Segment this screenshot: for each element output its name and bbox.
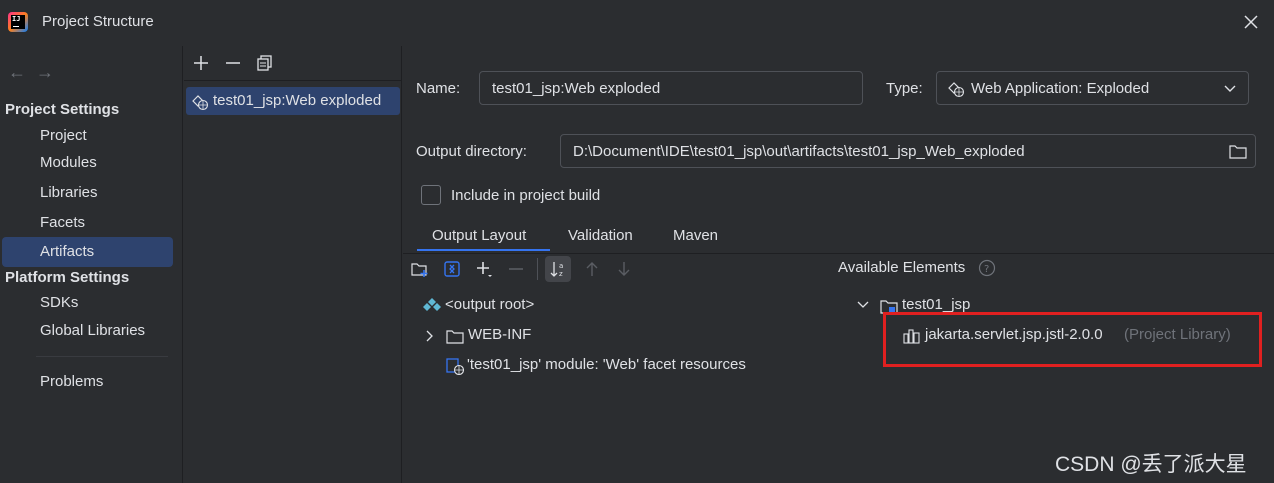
platform-settings-header: Platform Settings xyxy=(5,269,130,286)
available-elements-label: Available Elements xyxy=(838,259,966,276)
settings-sidebar: ← → Project Settings Project Modules Libr… xyxy=(0,46,183,483)
facet-resources-label: 'test01_jsp' module: 'Web' facet resourc… xyxy=(467,356,746,373)
sidebar-item-sdks[interactable]: SDKs xyxy=(2,288,173,318)
web-facet-icon xyxy=(446,358,464,375)
chevron-down-icon xyxy=(1224,85,1236,92)
web-artifact-icon xyxy=(192,95,209,111)
sidebar-item-modules[interactable]: Modules xyxy=(2,148,173,178)
list-item-artifact[interactable]: test01_jsp:Web exploded xyxy=(186,87,400,115)
toolbar-separator xyxy=(537,258,538,280)
include-build-label: Include in project build xyxy=(451,187,601,204)
output-root-label: <output root> xyxy=(445,296,535,313)
tab-maven[interactable]: Maven xyxy=(673,227,718,244)
name-label: Name: xyxy=(416,80,461,97)
history-nav: ← → xyxy=(8,62,64,83)
remove-icon[interactable] xyxy=(507,260,525,278)
active-tab-indicator xyxy=(417,249,550,251)
svg-text:a: a xyxy=(559,262,563,270)
output-root-icon xyxy=(423,298,441,311)
new-directory-icon[interactable] xyxy=(411,260,429,278)
web-artifact-icon xyxy=(948,82,965,98)
intellij-logo-icon: IJ xyxy=(8,12,28,32)
output-directory-label: Output directory: xyxy=(416,143,527,160)
web-inf-label: WEB-INF xyxy=(468,326,532,343)
output-directory-value: D:\Document\IDE\test01_jsp\out\artifacts… xyxy=(573,143,1025,160)
add-icon[interactable] xyxy=(192,54,210,72)
sidebar-item-artifacts[interactable]: Artifacts xyxy=(2,237,173,267)
folder-icon[interactable] xyxy=(1229,143,1247,159)
sidebar-item-global-libraries[interactable]: Global Libraries xyxy=(2,316,173,346)
tab-output-layout[interactable]: Output Layout xyxy=(432,227,526,244)
title-bar: IJ Project Structure xyxy=(0,0,1274,46)
move-up-icon[interactable] xyxy=(583,260,601,278)
module-label: test01_jsp xyxy=(902,296,971,313)
sidebar-item-problems[interactable]: Problems xyxy=(2,367,173,397)
remove-icon[interactable] xyxy=(224,54,242,72)
toolbar-divider xyxy=(184,80,402,81)
sidebar-item-facets[interactable]: Facets xyxy=(2,208,173,238)
sort-button[interactable]: a z xyxy=(545,256,571,282)
name-value: test01_jsp:Web exploded xyxy=(492,80,661,97)
type-dropdown[interactable]: Web Application: Exploded xyxy=(936,71,1249,105)
sidebar-item-libraries[interactable]: Libraries xyxy=(2,178,173,208)
svg-text:?: ? xyxy=(984,264,989,275)
arrow-right-icon[interactable]: → xyxy=(36,62,56,83)
move-down-icon[interactable] xyxy=(615,260,633,278)
arrow-left-icon[interactable]: ← xyxy=(8,62,28,83)
project-settings-header: Project Settings xyxy=(5,101,120,118)
type-label: Type: xyxy=(886,80,923,97)
artifact-label: test01_jsp:Web exploded xyxy=(213,92,382,109)
svg-text:z: z xyxy=(559,270,563,278)
sidebar-divider xyxy=(36,356,168,357)
chevron-right-icon[interactable] xyxy=(423,330,435,342)
highlight-annotation xyxy=(883,312,1262,367)
folder-icon xyxy=(446,330,464,344)
artifacts-list-panel: test01_jsp:Web exploded xyxy=(184,46,402,483)
copy-icon[interactable] xyxy=(256,54,274,72)
close-icon[interactable] xyxy=(1241,12,1261,32)
output-directory-field[interactable]: D:\Document\IDE\test01_jsp\out\artifacts… xyxy=(560,134,1256,168)
help-icon[interactable]: ? xyxy=(978,259,996,277)
output-layout-toolbar: a z xyxy=(403,254,836,282)
include-build-checkbox[interactable] xyxy=(421,185,441,205)
watermark-text: CSDN @丢了派大星 xyxy=(1055,453,1247,476)
name-field[interactable]: test01_jsp:Web exploded xyxy=(479,71,863,105)
create-archive-icon[interactable] xyxy=(443,260,461,278)
type-value: Web Application: Exploded xyxy=(971,80,1150,97)
tab-validation[interactable]: Validation xyxy=(568,227,633,244)
window-title: Project Structure xyxy=(42,13,154,30)
chevron-down-icon[interactable] xyxy=(857,298,869,310)
artifact-editor: Name: test01_jsp:Web exploded Type: Web … xyxy=(403,46,1274,483)
sidebar-item-project[interactable]: Project xyxy=(2,121,173,151)
add-copy-icon[interactable] xyxy=(475,260,493,278)
sort-alpha-icon: a z xyxy=(550,262,563,278)
